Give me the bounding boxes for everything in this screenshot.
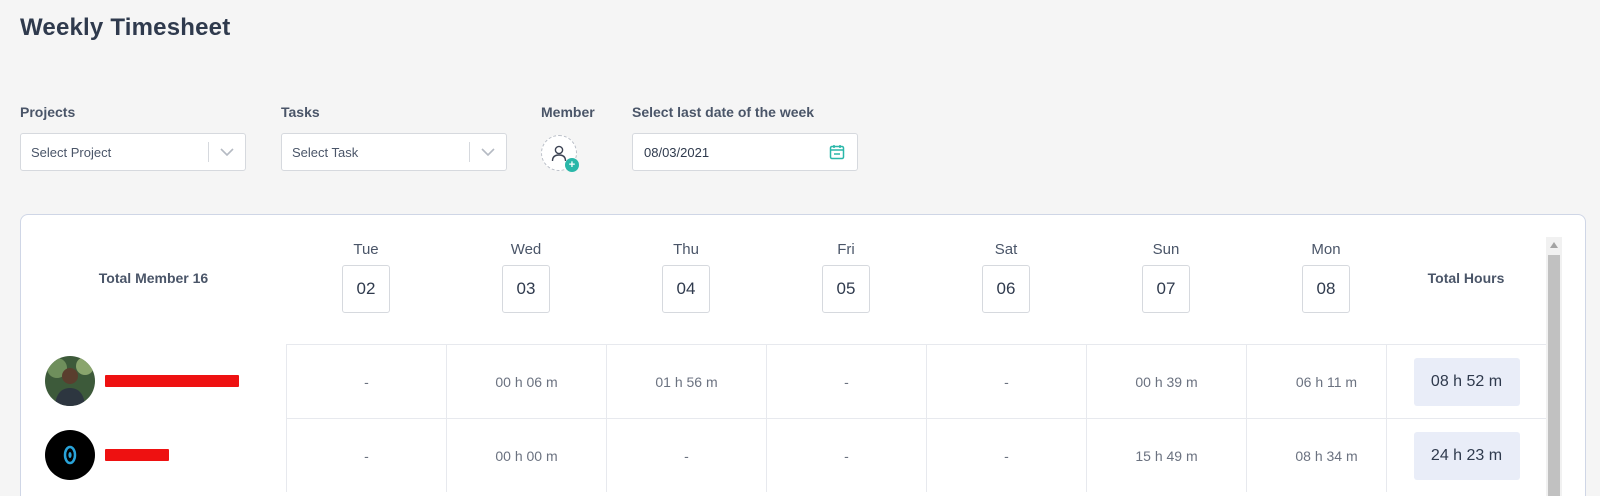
date-value: 08/03/2021 [644,144,710,160]
hours-cell[interactable]: 08 h 34 m [1246,418,1406,492]
hours-cell[interactable]: - [606,418,766,492]
hours-cell[interactable]: - [286,418,446,492]
scrollbar-thumb[interactable] [1548,255,1560,496]
hours-cell[interactable]: - [766,344,926,418]
member-picker-button[interactable]: + [541,135,579,172]
total-hours-header: Total Hours [1427,270,1505,286]
day-header-sun: Sun 07 [1086,215,1246,341]
day-date: 03 [502,265,550,313]
day-name: Sun [1152,241,1180,258]
hours-cell[interactable]: 01 h 56 m [606,344,766,418]
hours-cell[interactable]: 06 h 11 m [1246,344,1406,418]
timesheet-table: Total Member 16 Tue 02 Wed 03 Thu 04 Fri… [20,214,1586,496]
avatar[interactable] [45,430,95,480]
task-select-placeholder: Select Task [292,144,359,160]
total-hours-badge: 08 h 52 m [1413,357,1520,406]
projects-label: Projects [20,104,76,120]
day-header-fri: Fri 05 [766,215,926,341]
day-date: 06 [982,265,1030,313]
day-date: 04 [662,265,710,313]
add-icon: + [565,158,579,172]
day-name: Fri [837,241,855,258]
member-label: Member [541,104,595,120]
date-label: Select last date of the week [632,104,815,120]
project-select[interactable]: Select Project [20,133,246,171]
day-date: 07 [1142,265,1190,313]
day-name: Wed [510,241,542,258]
hours-cell[interactable]: - [926,344,1086,418]
table-row: - 00 h 00 m - - - 15 h 49 m 08 h 34 m 24… [21,418,1546,492]
hours-cell[interactable]: - [926,418,1086,492]
chevron-down-icon[interactable] [209,148,245,156]
week-end-date-input[interactable]: 08/03/2021 [632,133,858,171]
total-hours-badge: 24 h 23 m [1413,431,1520,480]
hours-cell[interactable]: 15 h 49 m [1086,418,1246,492]
day-date: 08 [1302,265,1350,313]
total-hours-cell: 24 h 23 m [1386,418,1546,492]
user-icon [551,145,567,162]
vertical-scrollbar[interactable] [1546,237,1562,496]
avatar[interactable] [45,356,95,406]
member-cell [21,418,266,492]
calendar-icon[interactable] [817,144,857,160]
day-name: Mon [1311,241,1341,258]
hours-cell[interactable]: 00 h 39 m [1086,344,1246,418]
total-hours-cell: 08 h 52 m [1386,344,1546,418]
day-header-tue: Tue 02 [286,215,446,341]
page-title: Weekly Timesheet [20,14,231,41]
member-name-redacted [105,449,169,461]
scroll-up-arrow-icon[interactable] [1546,237,1562,253]
day-header-wed: Wed 03 [446,215,606,341]
day-date: 05 [822,265,870,313]
day-date: 02 [342,265,390,313]
day-header-mon: Mon 08 [1246,215,1406,341]
hours-cell[interactable]: - [766,418,926,492]
day-name: Sat [994,241,1018,258]
member-name-redacted [105,375,239,387]
table-row: - 00 h 06 m 01 h 56 m - - 00 h 39 m 06 h… [21,344,1546,418]
chevron-down-icon[interactable] [470,148,506,156]
hours-cell[interactable]: 00 h 06 m [446,344,606,418]
day-header-thu: Thu 04 [606,215,766,341]
total-members-header: Total Member 16 [98,270,209,286]
day-name: Tue [353,241,379,258]
day-header-sat: Sat 06 [926,215,1086,341]
hours-cell[interactable]: - [286,344,446,418]
day-name: Thu [673,241,699,258]
member-cell [21,344,266,418]
project-select-placeholder: Select Project [31,144,112,160]
hours-cell[interactable]: 00 h 00 m [446,418,606,492]
task-select[interactable]: Select Task [281,133,507,171]
tasks-label: Tasks [281,104,320,120]
